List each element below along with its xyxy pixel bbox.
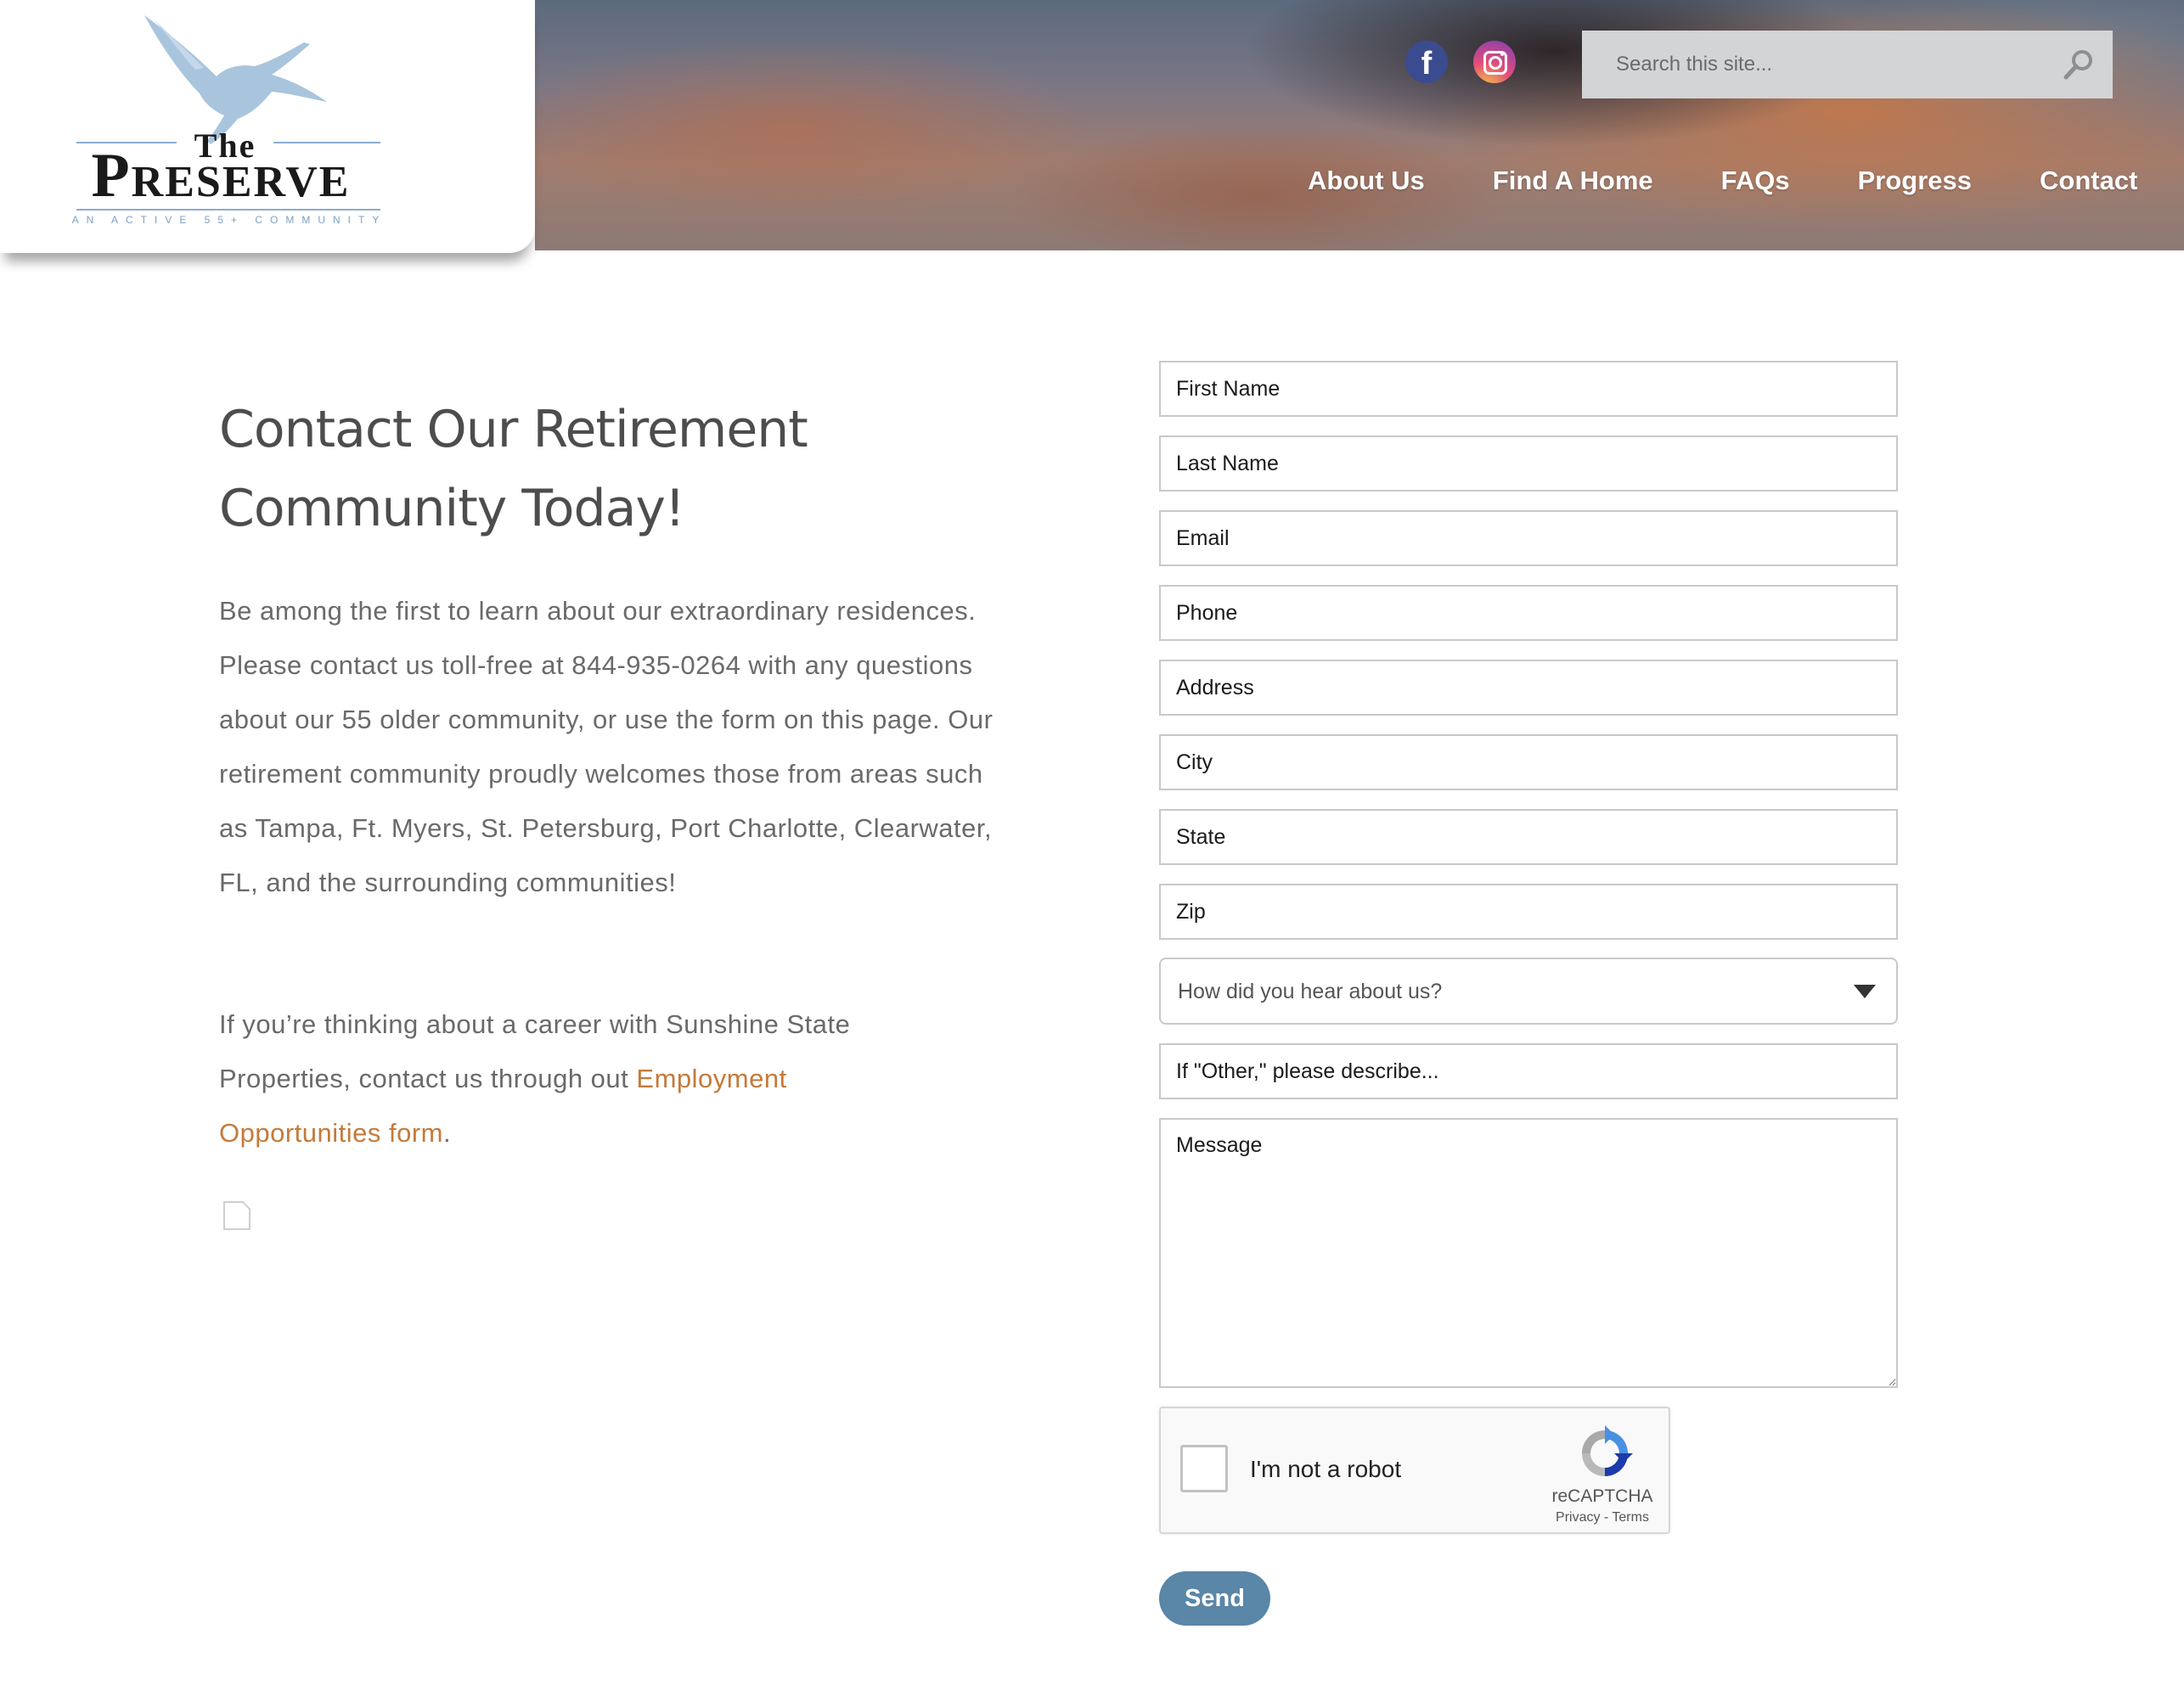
recaptcha-checkbox[interactable] (1180, 1445, 1228, 1492)
instagram-lens (1489, 56, 1502, 70)
nav-item-progress[interactable]: Progress (1858, 166, 1972, 196)
nav-item-faqs[interactable]: FAQs (1721, 166, 1790, 196)
career-paragraph: If you’re thinking about a career with S… (219, 997, 949, 1160)
hear-about-us-label: How did you hear about us? (1178, 980, 1443, 1003)
nav-item-contact[interactable]: Contact (2040, 166, 2137, 196)
document-icon (223, 1201, 250, 1230)
logo-preserve-text: Preserve (91, 141, 351, 211)
career-end: . (443, 1118, 452, 1148)
search-input[interactable] (1582, 31, 2040, 98)
message-field[interactable] (1159, 1118, 1898, 1388)
search-icon[interactable] (2062, 48, 2096, 81)
first-name-field[interactable] (1159, 361, 1898, 417)
recaptcha-links: Privacy - Terms (1522, 1510, 1683, 1525)
facebook-icon[interactable]: f (1405, 41, 1448, 83)
city-field[interactable] (1159, 734, 1898, 790)
recaptcha-widget: I'm not a robot reCAPTCHA Privacy - Term… (1159, 1407, 1670, 1534)
recaptcha-separator: - (1600, 1510, 1613, 1525)
zip-field[interactable] (1159, 884, 1898, 940)
address-field[interactable] (1159, 660, 1898, 716)
instagram-dot (1500, 53, 1504, 56)
recaptcha-privacy-link[interactable]: Privacy (1556, 1510, 1600, 1525)
hear-about-us-select[interactable]: How did you hear about us? (1159, 958, 1898, 1025)
phone-field[interactable] (1159, 585, 1898, 641)
send-button[interactable]: Send (1159, 1571, 1270, 1626)
logo-divider-bottom (76, 209, 380, 211)
facebook-glyph: f (1421, 46, 1433, 81)
nav-item-find-a-home[interactable]: Find A Home (1493, 166, 1653, 196)
recaptcha-terms-link[interactable]: Terms (1612, 1510, 1649, 1525)
instagram-icon[interactable] (1473, 41, 1516, 83)
nav-item-about-us[interactable]: About Us (1308, 166, 1425, 196)
other-describe-field[interactable] (1159, 1043, 1898, 1099)
recaptcha-label: I'm not a robot (1250, 1456, 1402, 1482)
recaptcha-icon (1582, 1425, 1633, 1476)
last-name-field[interactable] (1159, 435, 1898, 492)
intro-paragraph: Be among the first to learn about our ex… (219, 596, 993, 897)
page-title: Contact Our Retirement Community Today! (219, 400, 808, 538)
dropdown-caret-icon (1854, 985, 1876, 998)
email-field[interactable] (1159, 510, 1898, 566)
main-nav: About Us Find A Home FAQs Progress Conta… (1308, 166, 2137, 196)
logo-tagline: AN ACTIVE 55+ COMMUNITY (71, 214, 387, 226)
site-search (1582, 31, 2113, 98)
state-field[interactable] (1159, 809, 1898, 865)
recaptcha-brand: reCAPTCHA (1551, 1486, 1653, 1506)
site-logo[interactable]: The Preserve AN ACTIVE 55+ COMMUNITY (0, 0, 535, 253)
